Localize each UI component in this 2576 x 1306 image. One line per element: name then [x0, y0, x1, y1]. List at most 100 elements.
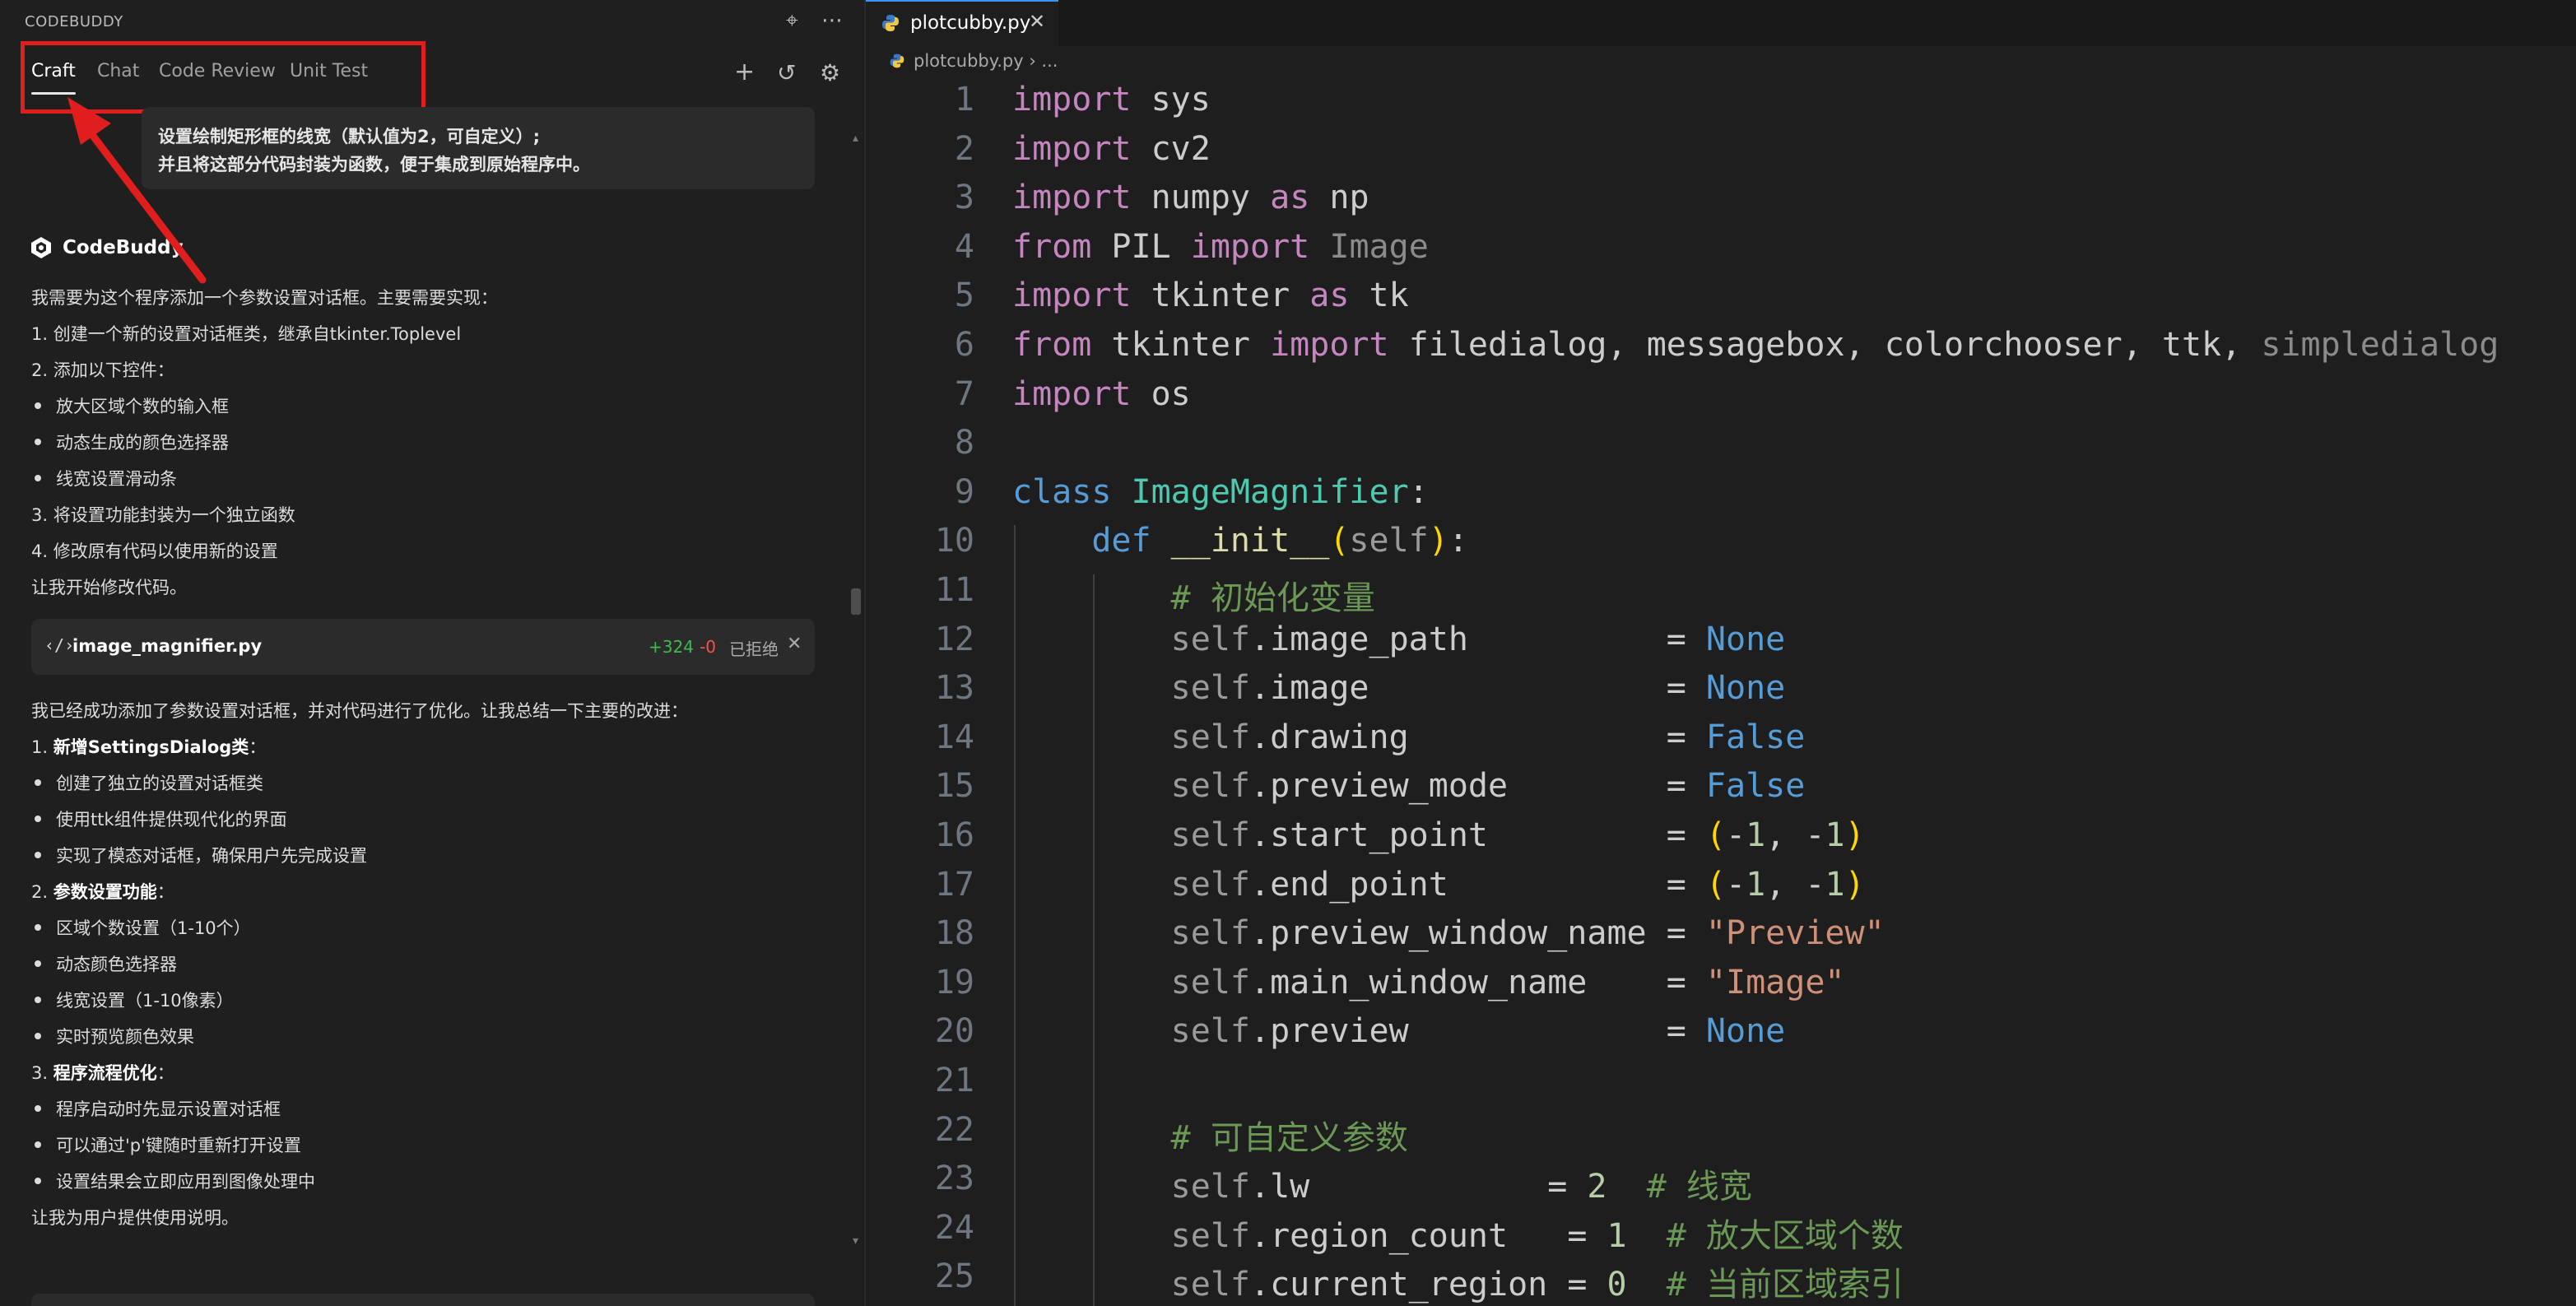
line-number: 11 — [934, 571, 974, 609]
code-line[interactable]: 13 self.image = None — [866, 669, 2576, 718]
code-line[interactable]: 16 self.start_point = (-1, -1) — [866, 816, 2576, 866]
line-number: 18 — [934, 914, 974, 953]
breadcrumb-file[interactable]: plotcubby.py — [914, 51, 1024, 71]
scrollbar-thumb[interactable] — [851, 588, 861, 615]
code-line[interactable]: 10 def __init__(self): — [866, 522, 2576, 571]
deletions-count: -0 — [700, 637, 716, 657]
code-text[interactable]: # 可自定义参数 — [1012, 1111, 1408, 1159]
assistant-text: 2. 参数设置功能： — [31, 882, 174, 902]
chat-input[interactable] — [31, 1294, 815, 1306]
code-text[interactable]: from tkinter import filedialog, messageb… — [1012, 326, 2499, 364]
code-line[interactable]: 20 self.preview = None — [866, 1012, 2576, 1062]
code-line[interactable]: 6 from tkinter import filedialog, message… — [866, 326, 2576, 375]
code-line[interactable]: 4 from PIL import Image — [866, 228, 2576, 277]
close-icon[interactable]: ✕ — [787, 634, 802, 654]
editor-tab-label: plotcubby.py — [910, 12, 1031, 34]
code-line[interactable]: 23 self.lw = 2 # 线宽 — [866, 1160, 2576, 1209]
code-line[interactable]: 1 import sys — [866, 81, 2576, 130]
assistant-text: 1. 创建一个新的设置对话框类，继承自tkinter.Toplevel — [31, 324, 462, 344]
code-line[interactable]: 17 self.end_point = (-1, -1) — [866, 866, 2576, 915]
code-line[interactable]: 5 import tkinter as tk — [866, 277, 2576, 326]
code-text[interactable]: import os — [1012, 375, 1191, 413]
code-text[interactable]: self.preview_window_name = "Preview" — [1012, 914, 1885, 952]
breadcrumb-separator: › — [1029, 51, 1036, 71]
list-item: 实时预览颜色效果 — [35, 1024, 194, 1048]
breadcrumb-symbols[interactable]: ... — [1041, 51, 1058, 71]
code-line[interactable]: 24 self.region_count = 1 # 放大区域个数 — [866, 1209, 2576, 1258]
user-message-line: 设置绘制矩形框的线宽（默认值为2，可自定义）; — [158, 127, 541, 146]
code-line[interactable]: 25 self.current_region = 0 # 当前区域索引 — [866, 1257, 2576, 1306]
code-line[interactable]: 12 self.image_path = None — [866, 620, 2576, 670]
code-line[interactable]: 8 — [866, 424, 2576, 473]
code-text[interactable]: self.main_window_name = "Image" — [1012, 964, 1845, 1002]
code-text[interactable]: import numpy as np — [1012, 179, 1369, 216]
line-number: 1 — [954, 81, 974, 119]
list-item: 线宽设置（1-10像素） — [35, 988, 234, 1012]
editor-tab-plotcubby[interactable]: plotcubby.py ✕ — [866, 0, 1058, 46]
settings-icon[interactable]: ⚙ — [820, 59, 840, 86]
line-number: 20 — [934, 1012, 974, 1051]
assistant-text: 1. 新增SettingsDialog类： — [31, 737, 267, 757]
code-text[interactable]: import cv2 — [1012, 130, 1211, 168]
code-line[interactable]: 7 import os — [866, 375, 2576, 425]
code-text[interactable]: self.drawing = False — [1012, 718, 1806, 756]
line-number: 2 — [954, 129, 974, 168]
assistant-text: 2. 添加以下控件： — [31, 360, 174, 380]
extensions-icon[interactable]: ⌖ — [786, 8, 798, 34]
more-icon[interactable]: ⋯ — [821, 8, 843, 33]
code-line[interactable]: 15 self.preview_mode = False — [866, 767, 2576, 816]
scroll-down-icon[interactable]: ▾ — [853, 1234, 858, 1248]
code-text[interactable]: # 初始化变量 — [1012, 571, 1375, 619]
code-line[interactable]: 9 class ImageMagnifier: — [866, 473, 2576, 523]
assistant-text: 让我开始修改代码。 — [31, 578, 187, 597]
code-text[interactable]: self.end_point = (-1, -1) — [1012, 866, 1865, 904]
code-text[interactable]: self.start_point = (-1, -1) — [1012, 816, 1865, 854]
code-line[interactable]: 3 import numpy as np — [866, 179, 2576, 228]
code-line[interactable]: 21 — [866, 1062, 2576, 1111]
list-item: 使用ttk组件提供现代化的界面 — [35, 806, 287, 831]
line-number: 19 — [934, 963, 974, 1002]
assistant-text: 3. 将设置功能封装为一个独立函数 — [31, 505, 295, 525]
line-number: 13 — [934, 669, 974, 708]
annotation-box — [21, 41, 425, 114]
code-text[interactable]: class ImageMagnifier: — [1012, 473, 1429, 511]
code-line[interactable]: 11 # 初始化变量 — [866, 571, 2576, 620]
user-message-line: 并且将这部分代码封装为函数，便于集成到原始程序中。 — [158, 155, 590, 174]
scroll-up-icon[interactable]: ▴ — [853, 132, 858, 145]
code-text[interactable]: self.region_count = 1 # 放大区域个数 — [1012, 1209, 1904, 1257]
assistant-text: 让我为用户提供使用说明。 — [31, 1208, 239, 1228]
code-text[interactable]: self.preview = None — [1012, 1012, 1786, 1050]
assistant-text: 4. 修改原有代码以使用新的设置 — [31, 541, 278, 561]
python-file-icon — [882, 15, 899, 31]
close-icon[interactable]: ✕ — [1029, 10, 1045, 33]
code-text[interactable]: from PIL import Image — [1012, 228, 1429, 266]
new-chat-icon[interactable]: + — [734, 58, 755, 86]
code-line[interactable]: 14 self.drawing = False — [866, 718, 2576, 768]
line-number: 9 — [954, 472, 974, 511]
list-item: 线宽设置滑动条 — [35, 466, 177, 490]
editor-tabbar: plotcubby.py ✕ — [866, 0, 2576, 46]
code-line[interactable]: 19 self.main_window_name = "Image" — [866, 964, 2576, 1013]
code-text[interactable]: self.image = None — [1012, 669, 1786, 707]
line-number: 6 — [954, 326, 974, 364]
code-line[interactable]: 18 self.preview_window_name = "Preview" — [866, 914, 2576, 964]
history-icon[interactable]: ↺ — [777, 59, 796, 86]
code-text[interactable]: self.current_region = 0 # 当前区域索引 — [1012, 1257, 1904, 1305]
file-name[interactable]: image_magnifier.py — [72, 636, 262, 656]
line-number: 4 — [954, 227, 974, 266]
code-text[interactable]: self.lw = 2 # 线宽 — [1012, 1160, 1752, 1207]
code-text[interactable]: self.preview_mode = False — [1012, 767, 1806, 805]
code-text[interactable]: self.image_path = None — [1012, 620, 1786, 658]
code-text[interactable]: import sys — [1012, 81, 1211, 119]
code-editor: plotcubby.py ✕ plotcubby.py › ... 1 impor… — [866, 0, 2576, 1306]
code-line[interactable]: 22 # 可自定义参数 — [866, 1111, 2576, 1160]
assistant-text: 我需要为这个程序添加一个参数设置对话框。主要需要实现： — [31, 288, 498, 308]
code-text[interactable]: import tkinter as tk — [1012, 277, 1409, 314]
line-number: 5 — [954, 277, 974, 315]
code-line[interactable]: 2 import cv2 — [866, 130, 2576, 179]
line-number: 15 — [934, 767, 974, 806]
code-text[interactable]: def __init__(self): — [1012, 522, 1468, 560]
line-number: 14 — [934, 718, 974, 756]
file-change-card[interactable]: ‹/› image_magnifier.py +324 -0 已拒绝 ✕ — [31, 619, 815, 675]
line-number: 7 — [954, 374, 974, 413]
